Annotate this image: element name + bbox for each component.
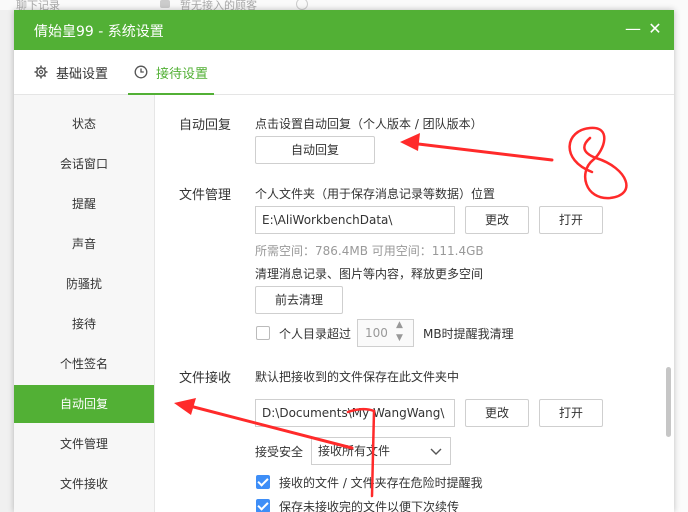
- gear-icon: [34, 65, 48, 79]
- danger-warning-checkbox[interactable]: [256, 475, 270, 489]
- resume-checkbox[interactable]: [256, 499, 270, 512]
- threshold-checkbox[interactable]: [256, 326, 270, 340]
- content-scrollbar[interactable]: [666, 367, 671, 437]
- sidebar-item-anti-harass[interactable]: 防骚扰: [14, 265, 154, 303]
- change-receive-folder-button[interactable]: 更改: [465, 399, 529, 427]
- danger-warning-label: 接收的文件 / 文件夹存在危险时提醒我: [279, 476, 483, 490]
- threshold-value: 100: [365, 326, 388, 340]
- sidebar-item-file-receive[interactable]: 文件接收: [14, 465, 154, 503]
- sidebar-item-reception[interactable]: 接待: [14, 305, 154, 343]
- file-manage-label: 文件管理: [179, 188, 232, 203]
- tab-basic-label: 基础设置: [56, 66, 109, 82]
- auto-reply-label: 自动回复: [179, 118, 232, 133]
- personal-folder-path-input[interactable]: E:\AliWorkbenchData\: [255, 206, 455, 234]
- sidebar-item-chat-window[interactable]: 会话窗口: [14, 145, 154, 183]
- resume-label: 保存未接收完的文件以便下次续传: [279, 500, 460, 512]
- sidebar-item-status[interactable]: 状态: [14, 105, 154, 143]
- settings-content: 自动回复 点击设置自动回复（个人版本 / 团队版本） 自动回复 文件管理 个人文…: [155, 95, 674, 512]
- sidebar-item-file-manage[interactable]: 文件管理: [14, 425, 154, 463]
- sidebar-item-reminder[interactable]: 提醒: [14, 185, 154, 223]
- stepper-down-icon[interactable]: ▼: [396, 332, 403, 345]
- tab-reception-settings[interactable]: 接待设置: [127, 50, 215, 95]
- security-select-value: 接收所有文件: [318, 444, 391, 458]
- open-receive-folder-button[interactable]: 打开: [539, 399, 603, 427]
- auto-reply-button[interactable]: 自动回复: [255, 136, 375, 164]
- threshold-stepper[interactable]: 100 ▲ ▼: [357, 319, 414, 347]
- security-select[interactable]: 接收所有文件: [311, 437, 451, 465]
- open-personal-folder-button[interactable]: 打开: [539, 206, 603, 234]
- sidebar-item-auto-reply[interactable]: 自动回复: [14, 385, 154, 423]
- settings-sidebar: 状态 会话窗口 提醒 声音 防骚扰 接待 个性签名 自动回复 文件管理 文件接收: [14, 95, 155, 512]
- space-info: 所需空间：786.4MB 可用空间：111.4GB: [255, 244, 484, 258]
- settings-dialog: 倩始皇99 - 系统设置 — ✕ 基础设置 接待设置 状态 会话窗口 提醒 声音…: [14, 10, 674, 512]
- receive-folder-path-input[interactable]: D:\Documents\My WangWang\: [255, 399, 455, 427]
- change-personal-folder-button[interactable]: 更改: [465, 206, 529, 234]
- threshold-post-label: MB时提醒我清理: [423, 327, 514, 341]
- file-manage-desc: 个人文件夹（用于保存消息记录等数据）位置: [255, 187, 496, 201]
- minimize-button[interactable]: —: [622, 18, 644, 40]
- tab-basic-settings[interactable]: 基础设置: [34, 50, 108, 94]
- clean-desc: 清理消息记录、图片等内容，释放更多空间: [255, 267, 484, 281]
- threshold-pre-label: 个人目录超过: [279, 327, 352, 341]
- clock-icon: [134, 65, 148, 79]
- file-receive-desc: 默认把接收到的文件保存在此文件夹中: [255, 370, 460, 384]
- sidebar-item-signature[interactable]: 个性签名: [14, 345, 154, 383]
- background-right: [674, 10, 688, 512]
- stepper-up-icon[interactable]: ▲: [396, 319, 403, 332]
- dialog-title: 倩始皇99 - 系统设置: [34, 24, 164, 40]
- security-label: 接受安全: [255, 445, 304, 459]
- tab-reception-label: 接待设置: [156, 66, 209, 82]
- background-search-icon: [296, 0, 308, 10]
- close-button[interactable]: ✕: [644, 18, 666, 40]
- settings-tabs: 基础设置 接待设置: [14, 50, 674, 95]
- dialog-titlebar[interactable]: 倩始皇99 - 系统设置 — ✕: [14, 10, 674, 50]
- file-receive-label: 文件接收: [179, 371, 232, 386]
- background-sidebar: [0, 10, 15, 512]
- chat-icon: [160, 0, 170, 8]
- go-clean-button[interactable]: 前去清理: [255, 286, 343, 314]
- chevron-down-icon: [430, 448, 442, 455]
- sidebar-item-sound[interactable]: 声音: [14, 225, 154, 263]
- auto-reply-desc: 点击设置自动回复（个人版本 / 团队版本）: [255, 117, 483, 131]
